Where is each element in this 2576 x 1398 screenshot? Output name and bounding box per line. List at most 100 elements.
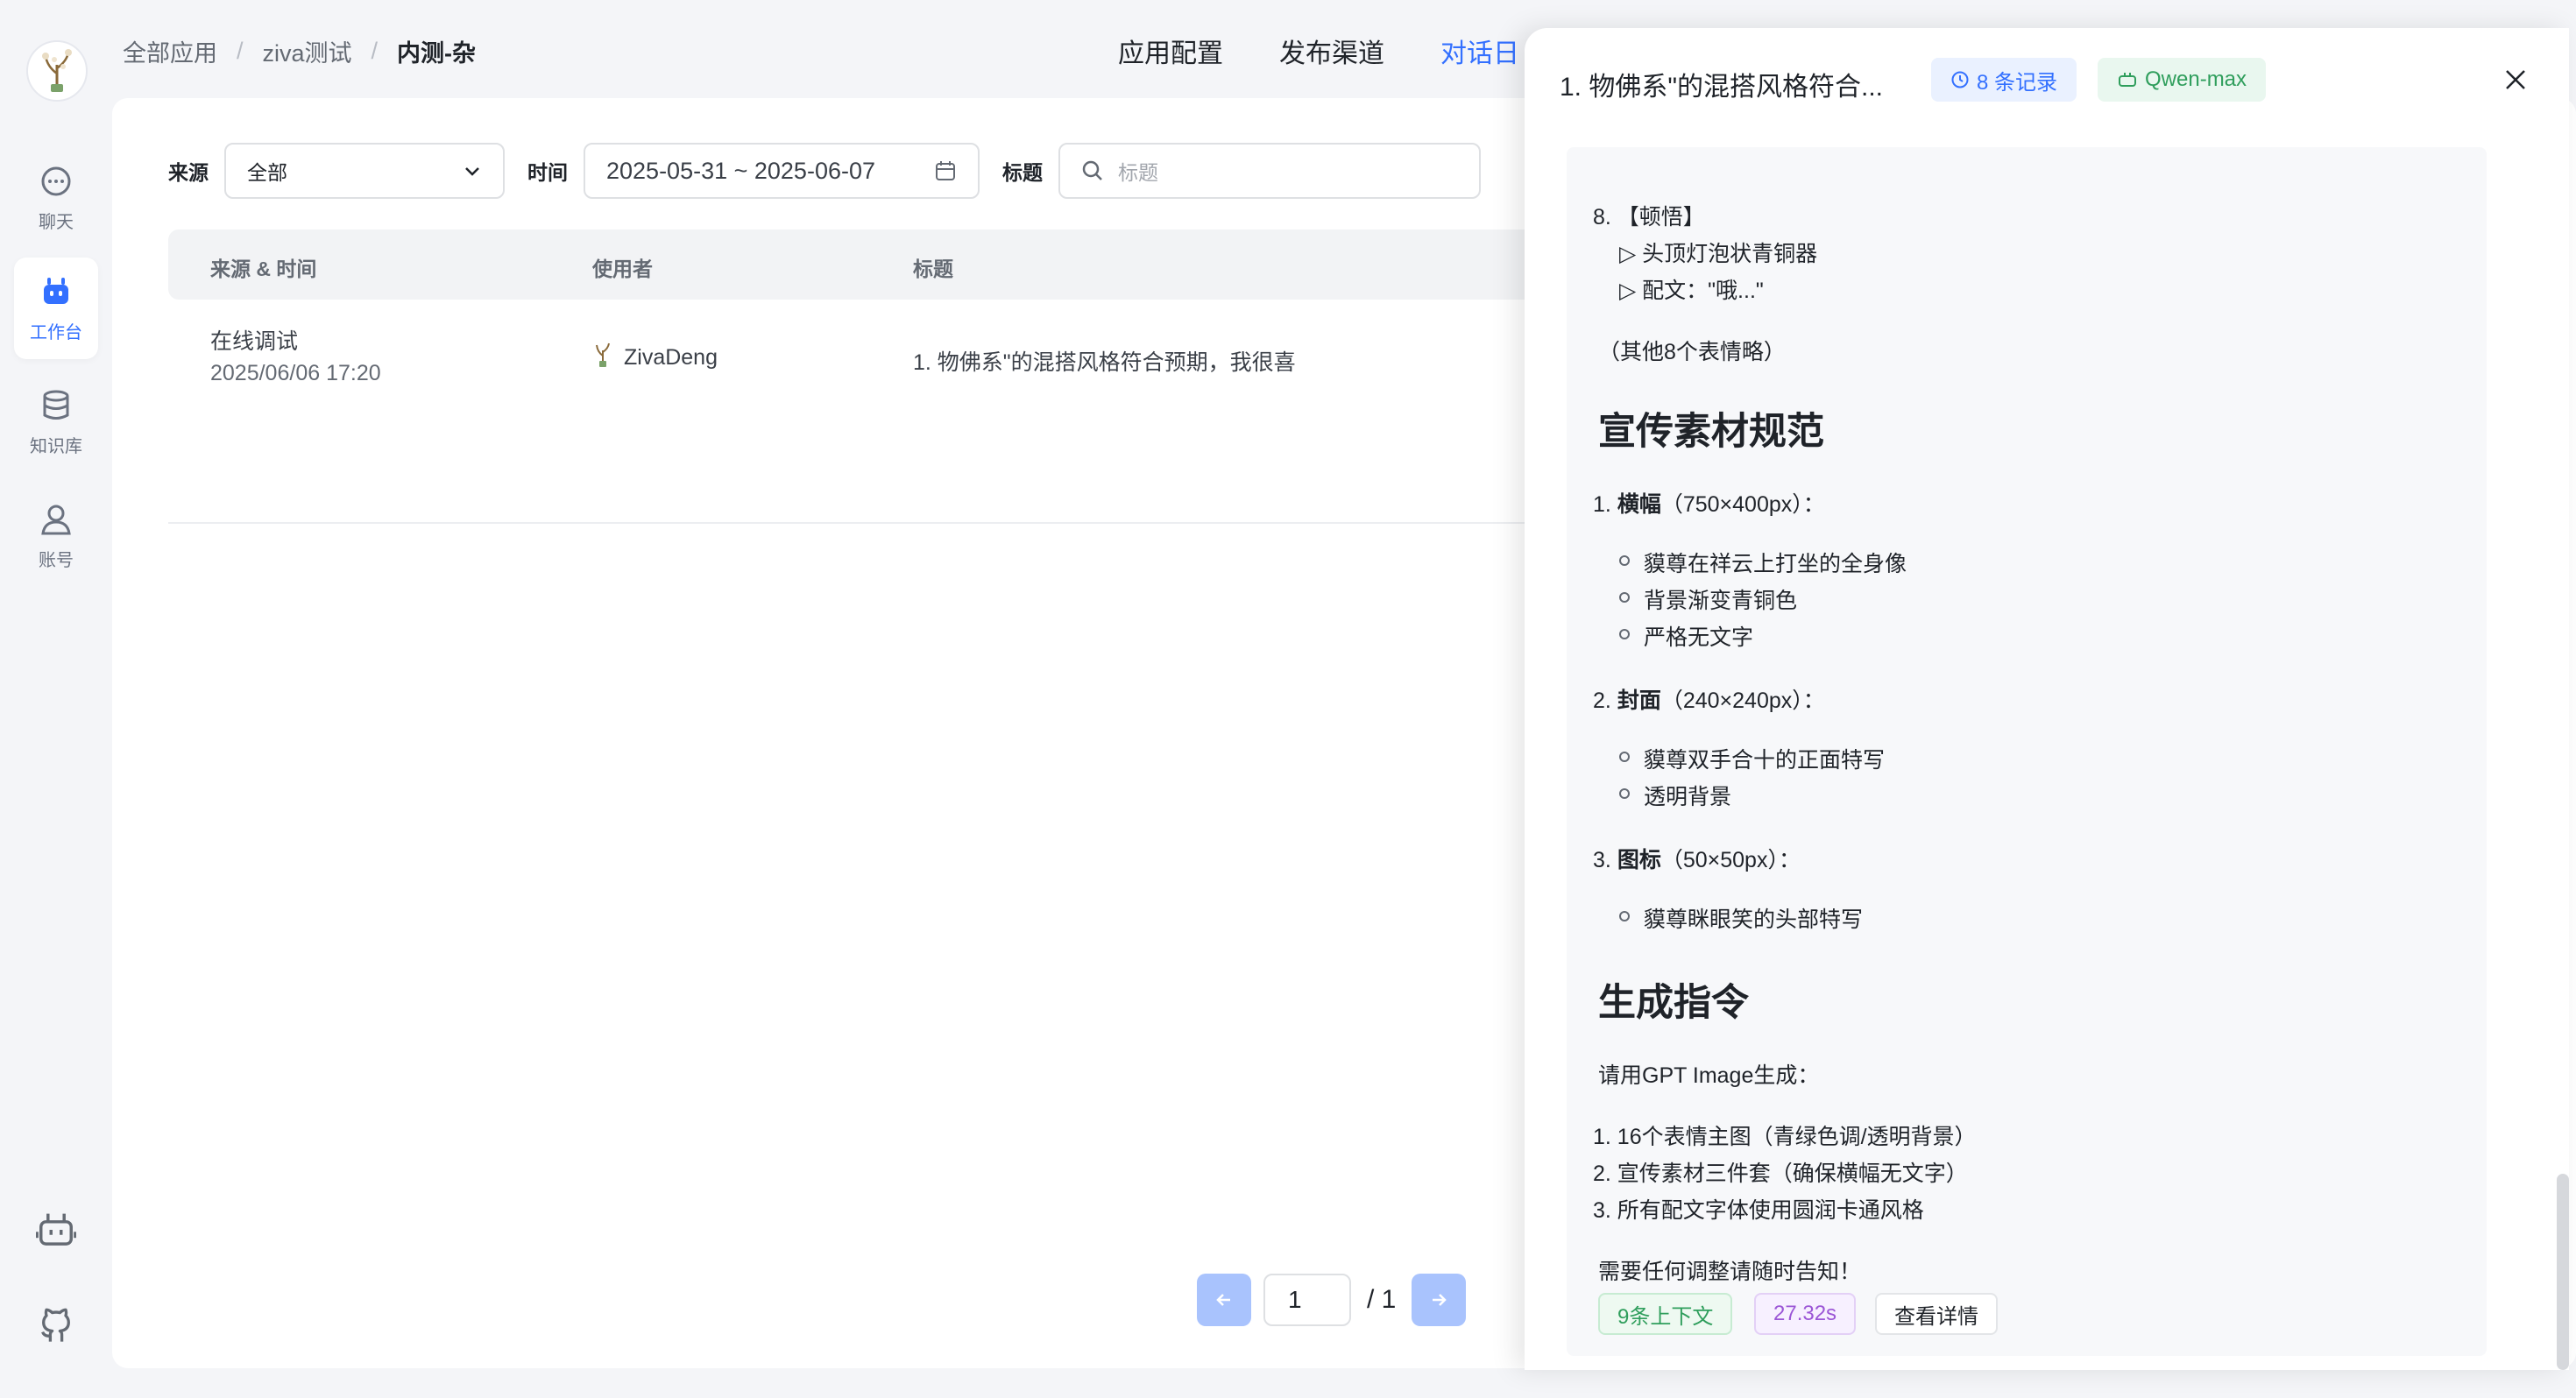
breadcrumb-all-apps[interactable]: 全部应用 [123, 34, 217, 68]
promo-1-bullet-1: 貘尊在祥云上打坐的全身像 [1644, 552, 1907, 576]
others-note: （其他8个表情略） [1598, 340, 1786, 364]
tab-app-config[interactable]: 应用配置 [1118, 32, 1223, 70]
promo-2-bullet-2: 透明背景 [1644, 785, 1732, 809]
page-total: / 1 [1367, 1285, 1397, 1314]
breadcrumb-app[interactable]: ziva测试 [263, 34, 352, 68]
filter-bar: 来源 全部 时间 2025-05-31 ~ 2025-06-07 标题 标题 [168, 142, 1481, 200]
records-count: 8 条记录 [1977, 70, 2058, 95]
nav-workbench-label: 工作台 [30, 322, 82, 342]
nav-chat[interactable]: 聊天 [14, 147, 98, 249]
message-card: 8. 【顿悟】 ▷ 头顶灯泡状青铜器 ▷ 配文："哦..." （其他8个表情略）… [1567, 147, 2487, 1356]
bullet-circle [1619, 592, 1630, 603]
item8-sub1: ▷ 头顶灯泡状青铜器 [1619, 242, 1818, 266]
model-name: Qwen-max [2145, 67, 2247, 91]
nav-knowledge-label: 知识库 [30, 436, 82, 456]
source-select[interactable]: 全部 [224, 143, 505, 199]
tab-chat-logs[interactable]: 对话日 [1440, 32, 1519, 70]
arrow-right-icon [1433, 1294, 1447, 1306]
search-placeholder: 标题 [1118, 161, 1158, 184]
promo-1-bullet-3: 严格无文字 [1644, 625, 1754, 650]
bullet-circle [1619, 555, 1630, 566]
breadcrumb-current: 内测-杂 [397, 39, 477, 67]
heading-generate: 生成指令 [1598, 982, 1749, 1024]
heading-promo: 宣传素材规范 [1598, 411, 1824, 453]
search-icon [1082, 160, 1102, 180]
promo-2-bullet-1: 貘尊双手合十的正面特写 [1644, 748, 1886, 773]
col-user: 使用者 [592, 258, 653, 280]
promo-3-bullet-1: 貘尊眯眼笑的头部特写 [1644, 907, 1864, 932]
col-title: 标题 [913, 258, 953, 280]
breadcrumb-separator: / [371, 37, 379, 64]
records-badge: 8 条记录 [1931, 58, 2077, 102]
bot-button[interactable] [32, 1205, 81, 1254]
row-title: 1. 物佛系"的混搭风格符合预期，我很喜 [913, 350, 1296, 375]
plant-logo-icon [42, 49, 72, 92]
row-time: 2025/06/06 17:20 [210, 361, 381, 385]
item8-title: 8. 【顿悟】 [1593, 205, 1705, 229]
nav-account[interactable]: 账号 [14, 485, 98, 587]
drawer-title: 1. 物佛系"的混搭风格符合... [1560, 73, 1884, 102]
bullet-circle [1619, 911, 1630, 921]
close-icon[interactable] [2502, 67, 2529, 93]
nav-account-label: 账号 [39, 550, 74, 570]
app-logo[interactable] [26, 40, 88, 102]
prev-page-button[interactable] [1197, 1274, 1251, 1326]
promo-1-bullet-2: 背景渐变青铜色 [1644, 589, 1798, 613]
chat-icon [41, 166, 71, 195]
promo-item-3: 3. 图标（50×50px）： [1593, 848, 1801, 872]
top-tabs: 应用配置 发布渠道 对话日 [1118, 32, 1519, 70]
generate-intro: 请用GPT Image生成： [1598, 1063, 1820, 1088]
bullet-circle [1619, 629, 1630, 639]
user-icon [41, 505, 71, 534]
breadcrumb: 全部应用 / ziva测试 / 内测-杂 [123, 33, 476, 68]
generate-item-3: 3. 所有配文字体使用圆润卡通风格 [1593, 1198, 1924, 1223]
robot-outline-icon [36, 1213, 76, 1246]
next-page-button[interactable] [1412, 1274, 1467, 1326]
github-button[interactable] [32, 1302, 81, 1351]
row-source: 在线调试 [210, 329, 299, 354]
time-label: 时间 [527, 161, 568, 184]
nav-chat-label: 聊天 [39, 212, 74, 232]
clock-icon [1951, 71, 1969, 88]
promo-item-2: 2. 封面（240×240px）： [1593, 688, 1825, 713]
context-tag[interactable]: 9条上下文 [1598, 1293, 1733, 1335]
duration-tag: 27.32s [1754, 1293, 1857, 1335]
date-range-picker[interactable]: 2025-05-31 ~ 2025-06-07 [584, 143, 980, 199]
pagination: 1 / 1 [1197, 1274, 1467, 1326]
drawer-scrollbar[interactable] [2557, 1174, 2569, 1370]
source-value: 全部 [247, 161, 287, 184]
promo-item-1: 1. 横幅（750×400px）： [1593, 492, 1825, 517]
database-icon [43, 390, 69, 420]
chat-detail-drawer: 1. 物佛系"的混搭风格符合... 8 条记录 Qwen-max 8. 【顿悟】… [1525, 28, 2569, 1370]
date-range-value: 2025-05-31 ~ 2025-06-07 [606, 157, 875, 184]
generate-item-2: 2. 宣传素材三件套（确保横幅无文字） [1593, 1161, 1968, 1186]
nav-knowledge[interactable]: 知识库 [14, 371, 98, 473]
breadcrumb-separator: / [237, 37, 244, 64]
chevron-down-icon [465, 167, 479, 176]
view-detail-button[interactable]: 查看详情 [1875, 1293, 1998, 1335]
nav-workbench[interactable]: 工作台 [14, 258, 98, 359]
generate-item-1: 1. 16个表情主图（青绿色调/透明背景） [1593, 1125, 1977, 1149]
title-search-input[interactable]: 标题 [1058, 143, 1481, 199]
table-header: 来源 & 时间 使用者 标题 消 [168, 229, 1658, 300]
row-user: ZivaDeng [624, 345, 718, 370]
left-nav: 聊天 工作台 知识库 账号 [0, 0, 112, 1398]
robot-icon [44, 277, 68, 304]
row-user-avatar [592, 342, 613, 374]
bullet-circle [1619, 752, 1630, 762]
bullet-circle [1619, 788, 1630, 799]
col-source-time: 来源 & 时间 [210, 258, 317, 280]
github-icon [41, 1308, 70, 1342]
model-badge: Qwen-max [2098, 58, 2267, 102]
source-label: 来源 [168, 161, 209, 184]
model-icon [2119, 73, 2136, 87]
tab-publish-channel[interactable]: 发布渠道 [1279, 32, 1384, 70]
closing-text: 需要任何调整请随时告知！ [1598, 1260, 1862, 1284]
title-label: 标题 [1002, 161, 1043, 184]
user-avatar-icon [596, 342, 610, 367]
page-input[interactable]: 1 [1263, 1274, 1351, 1326]
calendar-icon [936, 161, 955, 180]
arrow-left-icon [1216, 1294, 1230, 1306]
table-row[interactable]: 在线调试 2025/06/06 17:20 ZivaDeng 1. 物佛系"的混… [168, 301, 1658, 524]
item8-sub2: ▷ 配文："哦..." [1619, 279, 1764, 303]
